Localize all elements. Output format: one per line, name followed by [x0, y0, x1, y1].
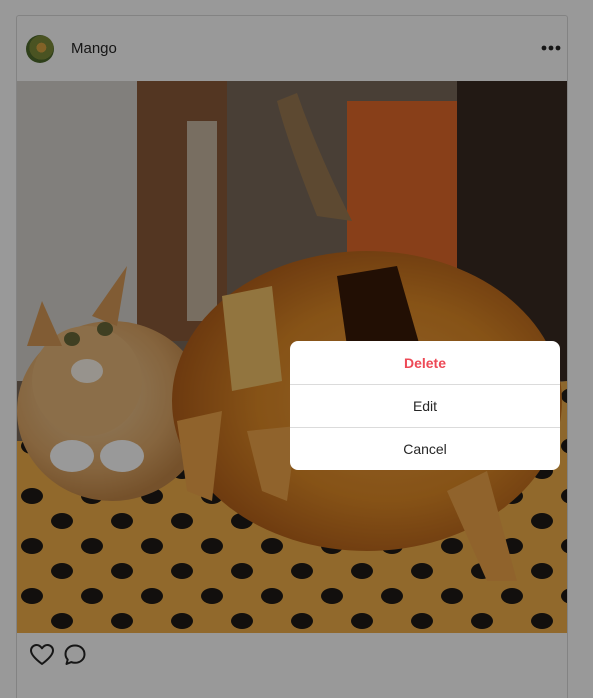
edit-button[interactable]: Edit: [290, 384, 560, 427]
delete-button[interactable]: Delete: [290, 341, 560, 384]
cancel-button[interactable]: Cancel: [290, 427, 560, 470]
post-options-menu: Delete Edit Cancel: [290, 341, 560, 470]
page: Mango Delete Edit Cancel: [0, 0, 593, 698]
